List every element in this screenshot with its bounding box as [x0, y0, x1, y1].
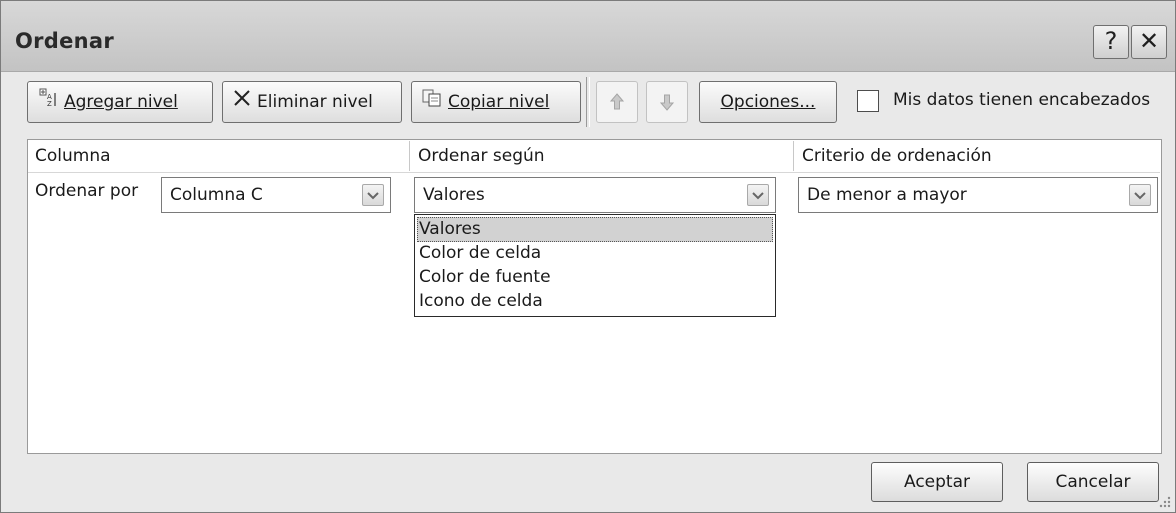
sort-by-label: Ordenar por [35, 181, 139, 201]
dropdown-option-values[interactable]: Valores [417, 217, 773, 242]
options-label: Opciones... [720, 92, 816, 112]
move-down-button[interactable] [646, 81, 688, 123]
column-header: Columna [35, 146, 111, 166]
resize-grip-icon[interactable] [1157, 494, 1171, 508]
order-header: Criterio de ordenación [802, 146, 992, 166]
help-button[interactable]: ? [1093, 25, 1129, 59]
sort-on-select-value: Valores [423, 185, 485, 205]
toolbar-separator [586, 77, 590, 127]
column-select-value: Columna C [170, 185, 263, 205]
column-select[interactable]: Columna C [161, 177, 391, 213]
sort-on-dropdown-list: Valores Color de celda Color de fuente I… [414, 214, 776, 317]
copy-level-button[interactable]: Copiar nivel [411, 81, 581, 123]
arrow-down-icon [659, 94, 675, 111]
dropdown-option-cell-color[interactable]: Color de celda [417, 241, 773, 266]
title-bar[interactable]: Ordenar ? ✕ [1, 1, 1175, 72]
close-button[interactable]: ✕ [1131, 25, 1167, 59]
column-divider [793, 141, 794, 171]
dropdown-option-font-color[interactable]: Color de fuente [417, 265, 773, 290]
arrow-up-icon [609, 93, 625, 110]
svg-text:Z: Z [47, 100, 52, 107]
add-level-label: Agregar nivel [64, 92, 178, 112]
order-select[interactable]: De menor a mayor [798, 177, 1158, 213]
headers-checkbox[interactable] [857, 90, 879, 112]
dialog-title: Ordenar [15, 29, 115, 53]
chevron-down-icon[interactable] [747, 184, 769, 206]
sort-dialog: Ordenar ? ✕ A Z Agregar nivel Eliminar n… [0, 0, 1176, 513]
chevron-down-icon[interactable] [1129, 184, 1151, 206]
copy-icon [422, 82, 442, 122]
move-up-button[interactable] [596, 81, 638, 123]
column-divider [409, 141, 410, 171]
delete-level-label: Eliminar nivel [257, 92, 373, 112]
headers-checkbox-label[interactable]: Mis datos tienen encabezados [893, 90, 1150, 110]
add-level-button[interactable]: A Z Agregar nivel [27, 81, 213, 123]
delete-x-icon [233, 82, 251, 122]
order-select-value: De menor a mayor [807, 185, 967, 205]
ok-button[interactable]: Aceptar [871, 462, 1003, 502]
cancel-button[interactable]: Cancelar [1027, 462, 1159, 502]
copy-level-label: Copiar nivel [448, 92, 550, 112]
options-button[interactable]: Opciones... [699, 81, 837, 123]
dropdown-option-cell-icon[interactable]: Icono de celda [417, 289, 773, 314]
sort-on-header: Ordenar según [418, 146, 545, 166]
sort-on-select[interactable]: Valores [414, 177, 776, 213]
chevron-down-icon[interactable] [362, 184, 384, 206]
header-separator [28, 172, 1160, 173]
sort-add-icon: A Z [38, 82, 58, 122]
delete-level-button[interactable]: Eliminar nivel [222, 81, 402, 123]
